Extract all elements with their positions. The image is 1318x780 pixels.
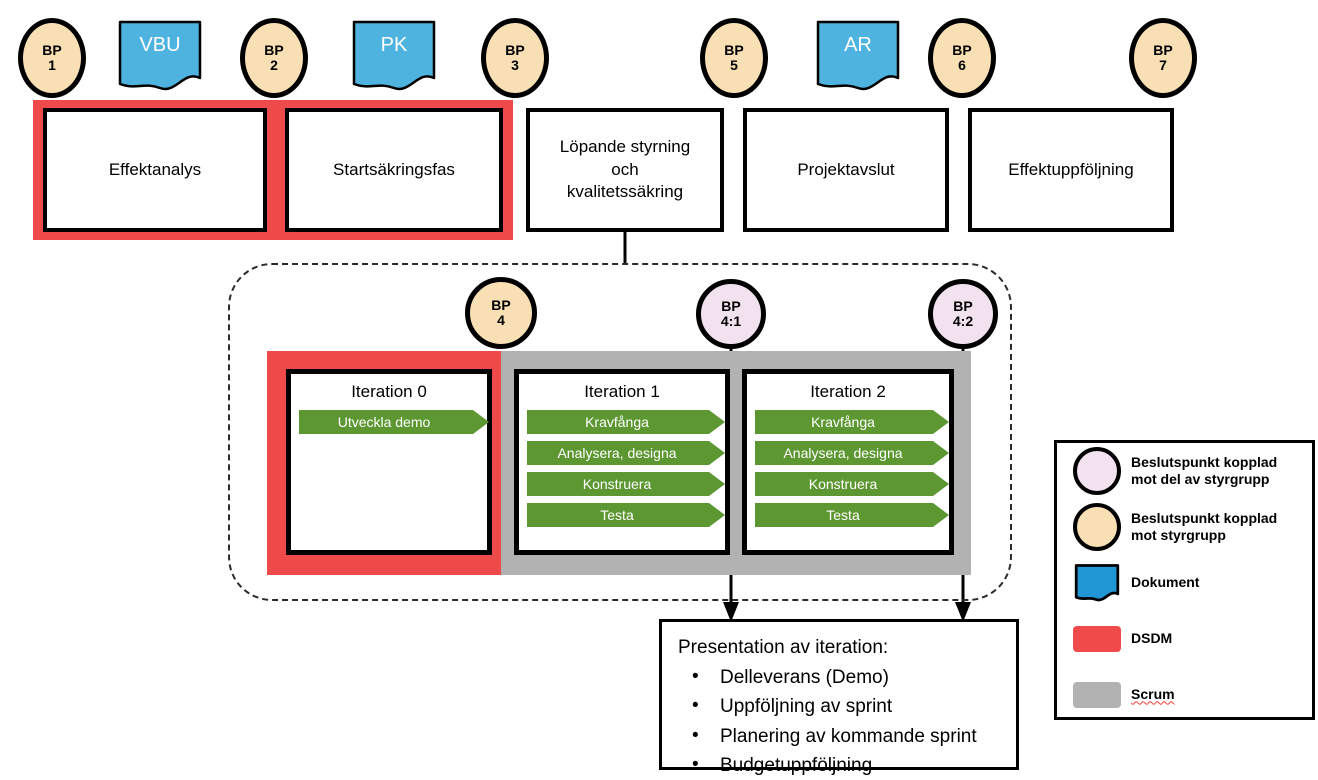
diagram-canvas: Effektanalys Startsäkringsfas Löpande st…	[0, 0, 1318, 778]
decision-point-partial-icon	[1073, 447, 1121, 495]
phase-effektanalys[interactable]: Effektanalys	[43, 108, 267, 232]
step-label: Konstruera	[582, 476, 652, 492]
decision-point-bp6[interactable]: BP 6	[928, 18, 996, 98]
document-ar[interactable]: AR	[816, 20, 900, 92]
legend-label: Beslutspunkt kopplad mot styrgrupp	[1131, 509, 1278, 544]
presentation-box[interactable]: Presentation av iteration: Delleverans (…	[659, 619, 1019, 778]
list-item: Planering av kommande sprint	[686, 722, 1002, 751]
decision-point-full-icon	[1073, 503, 1121, 551]
document-pk-label: PK	[380, 34, 408, 56]
iteration-2-title: Iteration 2	[810, 382, 886, 401]
step-arrow[interactable]: Testa	[527, 503, 725, 527]
step-label: Analysera, designa	[783, 445, 903, 461]
legend-swatch	[1069, 561, 1125, 605]
step-arrow[interactable]: Kravfånga	[755, 410, 949, 434]
phase-startsakringsfas[interactable]: Startsäkringsfas	[285, 108, 503, 232]
dsdm-color-icon	[1073, 626, 1121, 652]
phase-projektavslut[interactable]: Projektavslut	[743, 108, 949, 232]
step-arrow[interactable]: Kravfånga	[527, 410, 725, 434]
iteration-0-card[interactable]: Iteration 0 Utveckla demo	[286, 369, 492, 555]
decision-point-bp4[interactable]: BP 4	[465, 277, 537, 349]
phase-effektuppfoljning[interactable]: Effektuppföljning	[968, 108, 1174, 232]
iteration-0-title: Iteration 0	[351, 382, 427, 401]
list-item: Budgetuppföljning	[686, 751, 1002, 780]
legend-label: Dokument	[1131, 574, 1200, 591]
document-vbu-label: VBU	[139, 34, 181, 56]
decision-point-bp5[interactable]: BP 5	[700, 18, 768, 98]
decision-point-bp3[interactable]: BP 3	[481, 18, 549, 98]
legend-label: Scrum	[1131, 686, 1175, 703]
legend-swatch	[1069, 682, 1125, 708]
legend-item-dsdm: DSDM	[1057, 611, 1312, 667]
legend-item-dokument: Dokument	[1057, 555, 1312, 611]
legend-item-bp-styrgrupp: Beslutspunkt kopplad mot styrgrupp	[1057, 499, 1312, 555]
document-vbu[interactable]: VBU	[118, 20, 202, 92]
decision-point-bp4-1[interactable]: BP 4:1	[696, 279, 766, 349]
iteration-1-card[interactable]: Iteration 1 Kravfånga Analysera, designa…	[514, 369, 730, 555]
list-item: Uppföljning av sprint	[686, 692, 1002, 721]
legend-swatch	[1069, 626, 1125, 652]
presentation-list: Delleverans (Demo) Uppföljning av sprint…	[676, 663, 1002, 780]
document-icon	[1074, 564, 1120, 602]
step-label: Testa	[826, 507, 860, 523]
step-label: Kravfånga	[585, 414, 649, 430]
legend-label: Beslutspunkt kopplad mot del av styrgrup…	[1131, 453, 1278, 488]
step-arrow[interactable]: Testa	[755, 503, 949, 527]
list-item: Delleverans (Demo)	[686, 663, 1002, 692]
scrum-color-icon	[1073, 682, 1121, 708]
legend-item-bp-part-styrgrupp: Beslutspunkt kopplad mot del av styrgrup…	[1057, 443, 1312, 499]
step-arrow[interactable]: Konstruera	[755, 472, 949, 496]
decision-point-bp2[interactable]: BP 2	[240, 18, 308, 98]
decision-point-bp4-2[interactable]: BP 4:2	[928, 279, 998, 349]
legend-swatch	[1069, 447, 1125, 495]
decision-point-bp7[interactable]: BP 7	[1129, 18, 1197, 98]
legend-swatch	[1069, 503, 1125, 551]
phase-lopande-styrning[interactable]: Löpande styrning och kvalitetssäkring	[526, 108, 724, 232]
presentation-heading: Presentation av iteration:	[678, 637, 889, 658]
legend-label: DSDM	[1131, 630, 1173, 647]
decision-point-bp1[interactable]: BP 1	[18, 18, 86, 98]
step-label: Analysera, designa	[557, 445, 677, 461]
document-pk[interactable]: PK	[352, 20, 436, 92]
legend-item-scrum: Scrum	[1057, 667, 1312, 723]
document-ar-label: AR	[844, 34, 872, 56]
legend-box: Beslutspunkt kopplad mot del av styrgrup…	[1054, 440, 1315, 720]
step-arrow[interactable]: Utveckla demo	[299, 410, 489, 434]
step-label: Kravfånga	[811, 414, 875, 430]
iteration-1-title: Iteration 1	[584, 382, 660, 401]
step-label: Konstruera	[808, 476, 878, 492]
step-arrow[interactable]: Analysera, designa	[527, 441, 725, 465]
iteration-2-card[interactable]: Iteration 2 Kravfånga Analysera, designa…	[742, 369, 954, 555]
step-arrow[interactable]: Analysera, designa	[755, 441, 949, 465]
step-label: Testa	[600, 507, 634, 523]
step-arrow[interactable]: Konstruera	[527, 472, 725, 496]
step-label: Utveckla demo	[337, 414, 431, 430]
